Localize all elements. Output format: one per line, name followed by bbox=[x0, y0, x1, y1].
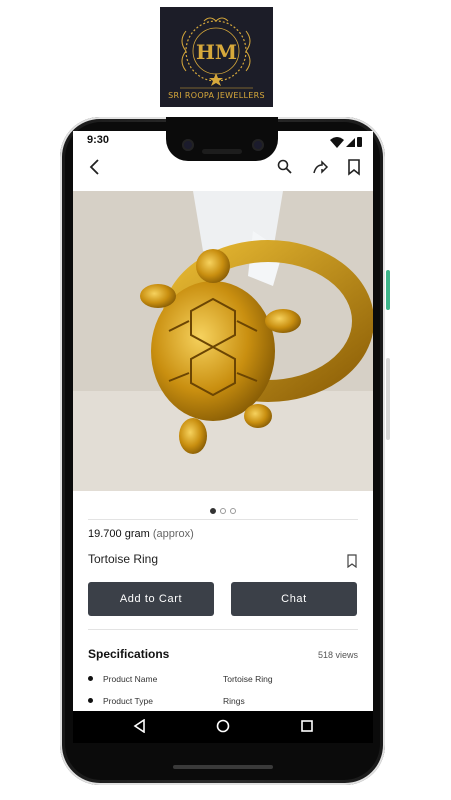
front-camera bbox=[182, 139, 194, 151]
pager-dot[interactable] bbox=[230, 508, 236, 514]
bullet-icon bbox=[88, 676, 93, 681]
logo-text: SRI ROOPA JEWELLERS bbox=[168, 91, 265, 100]
status-time: 9:30 bbox=[87, 134, 110, 146]
wifi-icon bbox=[330, 137, 344, 148]
phone-chin-bar bbox=[173, 765, 273, 769]
specifications-title: Specifications bbox=[88, 647, 170, 661]
weight-note: (approx) bbox=[152, 528, 194, 540]
search-icon[interactable] bbox=[276, 158, 294, 181]
power-button bbox=[386, 270, 390, 310]
divider bbox=[88, 629, 358, 630]
product-image[interactable] bbox=[73, 191, 373, 491]
product-weight: 19.700 gram (approx) bbox=[88, 528, 194, 540]
app-screen: 9:30 19.700 gram (approx) Tortoise Ring … bbox=[73, 131, 373, 711]
spec-value: Tortoise Ring bbox=[223, 674, 273, 684]
bullet-icon bbox=[88, 698, 93, 703]
nav-recents-icon[interactable] bbox=[300, 719, 314, 738]
logo-monogram: HM bbox=[195, 40, 238, 64]
nav-home-icon[interactable] bbox=[216, 719, 230, 738]
front-camera bbox=[252, 139, 264, 151]
product-name: Tortoise Ring bbox=[88, 552, 159, 566]
add-to-cart-button[interactable]: Add to Cart bbox=[88, 582, 214, 616]
pager-dot[interactable] bbox=[220, 508, 226, 514]
back-arrow-icon[interactable] bbox=[86, 158, 104, 181]
image-pager[interactable] bbox=[73, 501, 373, 519]
pager-dot[interactable] bbox=[210, 508, 216, 514]
wishlist-bookmark-icon[interactable] bbox=[346, 554, 358, 573]
earpiece-speaker bbox=[202, 149, 242, 154]
battery-icon bbox=[357, 137, 362, 147]
brand-logo: HM SRI ROOPA JEWELLERS bbox=[160, 7, 273, 107]
system-nav-bar bbox=[73, 711, 373, 743]
nav-back-icon[interactable] bbox=[133, 718, 147, 738]
views-count: 518 views bbox=[317, 650, 358, 660]
bookmark-icon[interactable] bbox=[346, 158, 362, 181]
signal-icon bbox=[346, 138, 355, 147]
weight-value: 19.700 gram bbox=[88, 528, 150, 540]
volume-button bbox=[386, 358, 390, 440]
spec-label: Product Type bbox=[103, 696, 153, 706]
status-icons bbox=[329, 135, 363, 153]
spec-label: Product Name bbox=[103, 674, 158, 684]
chat-button[interactable]: Chat bbox=[231, 582, 357, 616]
divider bbox=[88, 519, 358, 520]
spec-value: Rings bbox=[223, 696, 245, 706]
share-icon[interactable] bbox=[311, 158, 329, 181]
